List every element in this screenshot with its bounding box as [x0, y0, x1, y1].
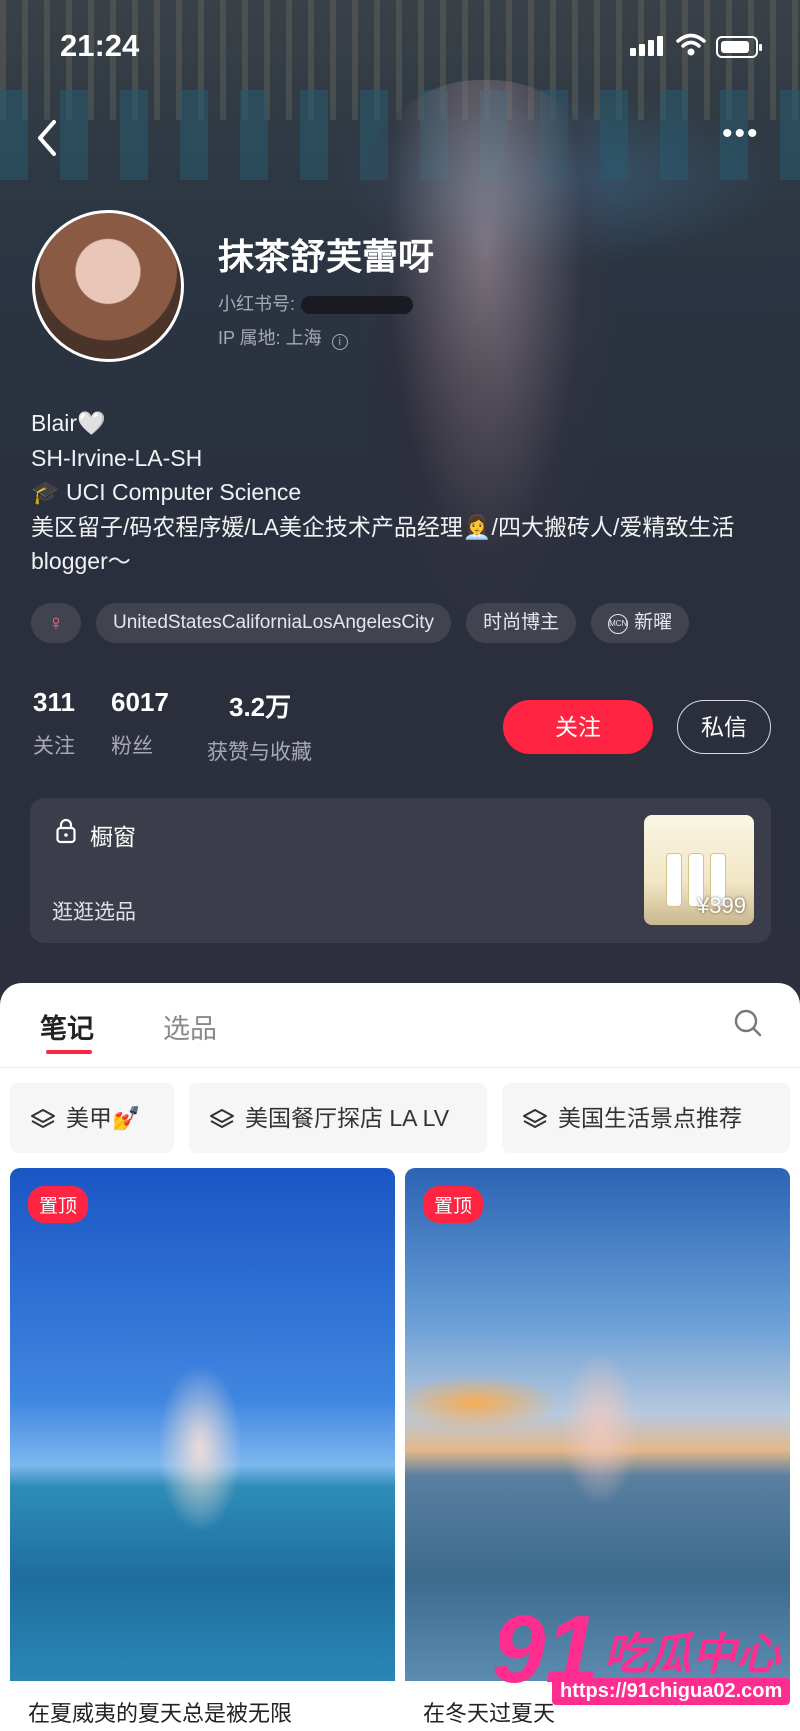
watermark-text: 吃瓜中心	[604, 1630, 780, 1679]
mcn-tag[interactable]: MCN 新曜	[591, 603, 690, 643]
product-thumbnail[interactable]: ¥399	[644, 815, 754, 925]
pinned-badge: 置顶	[28, 1186, 89, 1223]
avatar[interactable]	[32, 210, 184, 362]
shop-title: 橱窗	[90, 824, 136, 850]
product-price: ¥399	[697, 893, 746, 918]
back-arrow-icon[interactable]	[30, 116, 66, 160]
collection-chip[interactable]: 美国生活景点推荐	[502, 1083, 790, 1153]
pinned-badge: 置顶	[423, 1186, 484, 1223]
tab-notes-label: 笔记	[40, 1014, 94, 1044]
tab-notes[interactable]: 笔记	[40, 1007, 94, 1054]
bio-line: 美区留子/码农程序媛/LA美企技术产品经理👩‍💼/四大搬砖人/爱精致生活blog…	[31, 513, 735, 575]
wifi-icon	[676, 33, 706, 56]
collection-label: 美国餐厅探店 LA LV	[245, 1105, 450, 1131]
bio-line: Blair🤍	[31, 410, 106, 436]
watermark-url: https://91chigua02.com	[552, 1678, 791, 1705]
note-caption: 在夏威夷的夏天总是被无限	[28, 1701, 293, 1726]
collection-chip[interactable]: 美甲💅	[10, 1083, 174, 1153]
collection-chip[interactable]: 美国餐厅探店 LA LV	[189, 1083, 487, 1153]
battery-icon	[716, 36, 762, 58]
stat-label: 关注	[33, 735, 75, 758]
product-bottle	[666, 853, 682, 907]
search-icon[interactable]	[734, 1009, 762, 1037]
tab-products[interactable]: 选品	[163, 1007, 217, 1046]
stat-value: 3.2万	[229, 692, 292, 722]
shop-subtitle: 逛逛选品	[52, 901, 136, 924]
watermark: 91 吃瓜中心 https://91chigua02.com	[492, 1600, 792, 1710]
more-options-icon[interactable]: •••	[722, 119, 760, 149]
collections-row: 美甲💅 美国餐厅探店 LA LV 美国生活景点推荐	[0, 1083, 800, 1153]
category-tag: 时尚博主	[466, 603, 577, 643]
status-bar: 21:24	[0, 0, 800, 96]
collection-label: 美国生活景点推荐	[558, 1105, 742, 1131]
stat-likes[interactable]: 3.2万 获赞与收藏	[207, 687, 312, 766]
status-time: 21:24	[60, 28, 140, 63]
ip-label: IP 属地: 上海	[218, 328, 322, 348]
stat-following[interactable]: 311 关注	[33, 687, 75, 760]
bio-line: SH-Irvine-LA-SH	[31, 444, 203, 471]
layers-icon	[210, 1109, 234, 1128]
stat-followers[interactable]: 6017 粉丝	[111, 687, 169, 760]
note-cover-image	[10, 1168, 395, 1681]
follow-button[interactable]: 关注	[503, 700, 653, 754]
mcn-icon: MCN	[608, 614, 629, 634]
layers-icon	[31, 1109, 55, 1128]
profile-tags: ♀ UnitedStatesCaliforniaLosAngelesCity 时…	[31, 603, 690, 643]
bio-line: 🎓 UCI Computer Science	[31, 479, 302, 505]
profile-bio: Blair🤍 SH-Irvine-LA-SH 🎓 UCI Computer Sc…	[31, 406, 771, 579]
bag-icon	[56, 818, 76, 844]
info-icon[interactable]: i	[331, 334, 348, 350]
note-card[interactable]: 置顶 在夏威夷的夏天总是被无限	[10, 1168, 395, 1728]
gender-tag: ♀	[31, 603, 81, 643]
red-id: 小红书号:	[218, 290, 414, 316]
stat-value: 311	[33, 687, 75, 717]
tab-bar: 笔记 选品	[0, 983, 800, 1068]
stat-value: 6017	[111, 687, 169, 717]
red-id-label: 小红书号:	[218, 294, 296, 314]
mcn-label: 新曜	[634, 612, 673, 633]
stat-label: 获赞与收藏	[207, 741, 312, 764]
signal-icon	[630, 36, 666, 56]
red-id-redacted	[301, 296, 414, 315]
profile-nickname: 抹茶舒芙蕾呀	[218, 236, 435, 277]
message-button[interactable]: 私信	[677, 700, 771, 754]
layers-icon	[523, 1109, 547, 1128]
collection-label: 美甲💅	[66, 1105, 141, 1131]
ip-location: IP 属地: 上海 i	[218, 324, 348, 350]
location-tag: UnitedStatesCaliforniaLosAngelesCity	[96, 603, 452, 643]
shop-window-card[interactable]: 橱窗 逛逛选品 ¥399	[30, 798, 771, 943]
tab-active-indicator	[46, 1050, 92, 1054]
stat-label: 粉丝	[111, 735, 153, 758]
